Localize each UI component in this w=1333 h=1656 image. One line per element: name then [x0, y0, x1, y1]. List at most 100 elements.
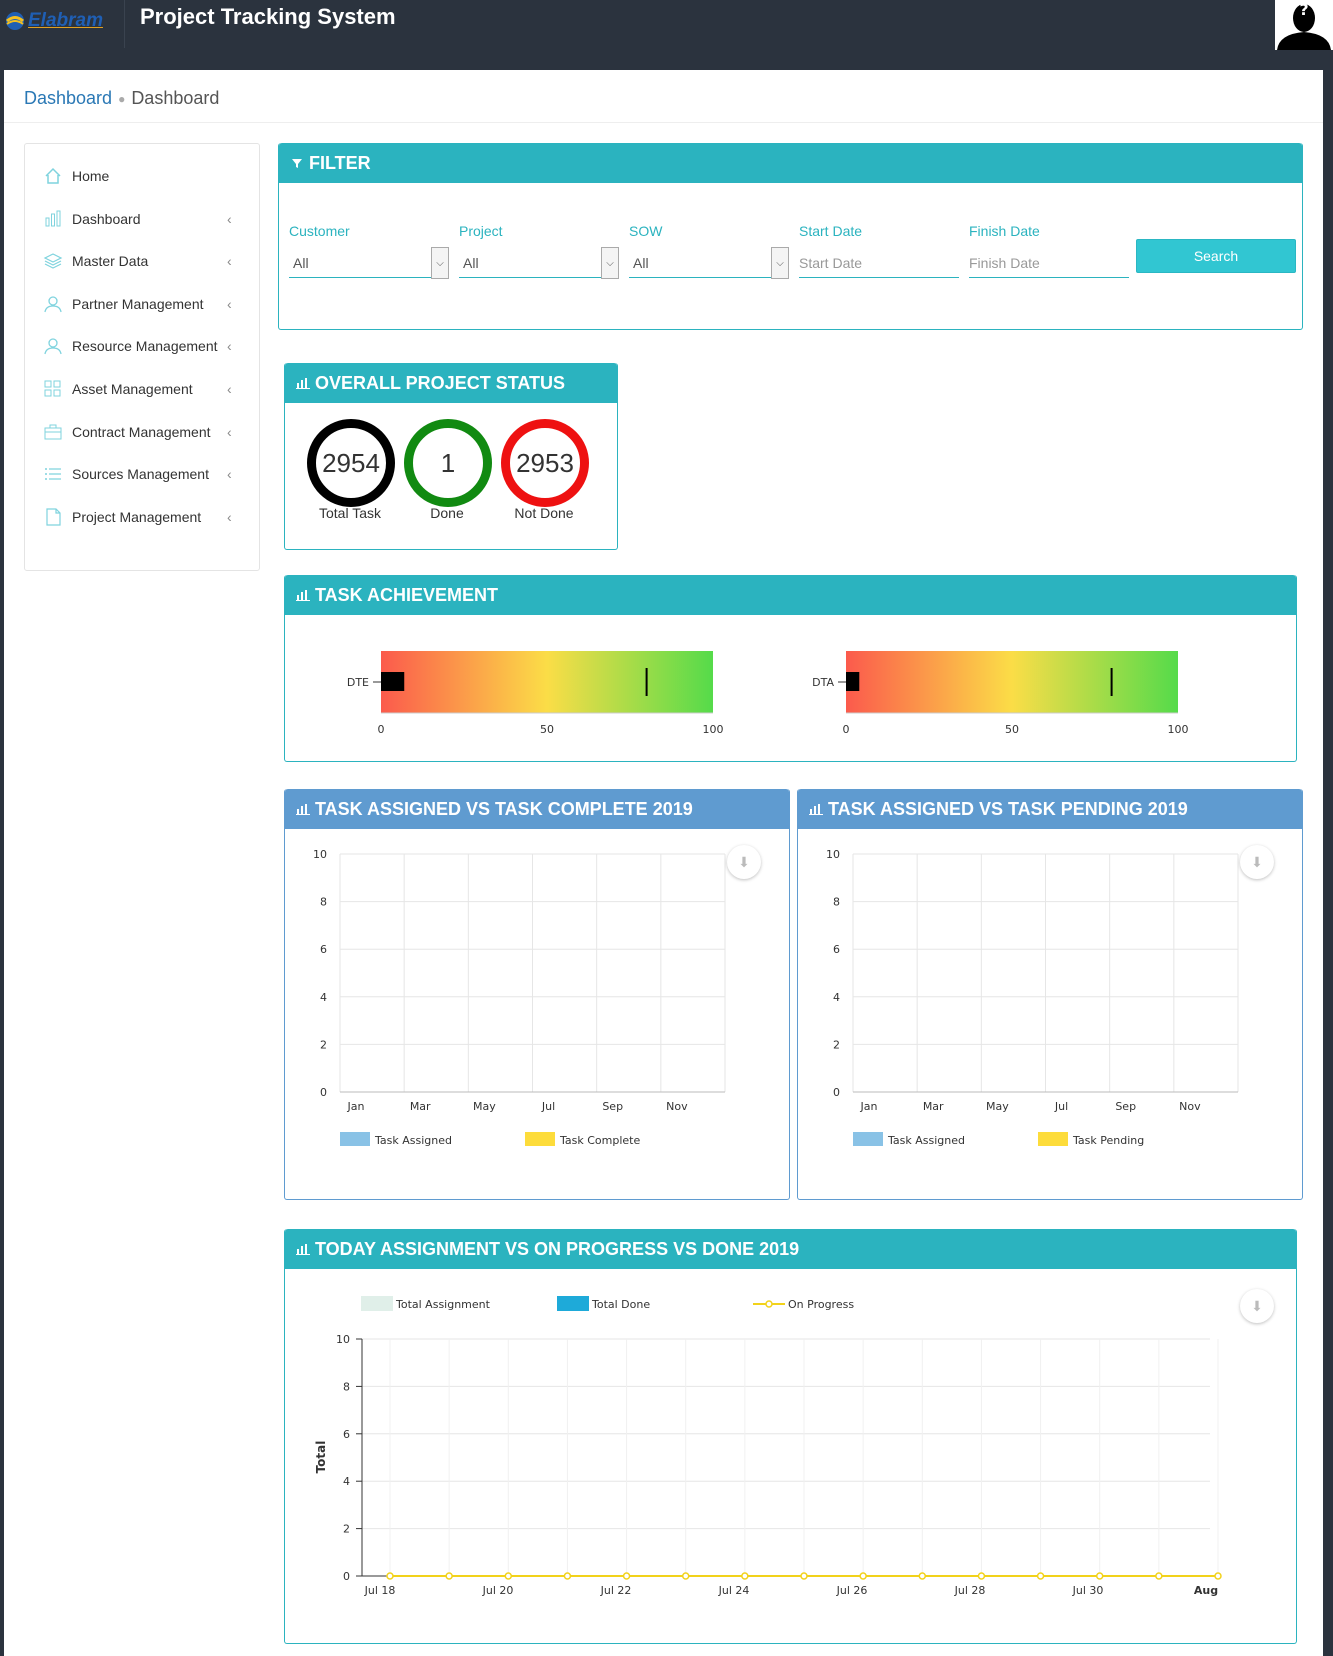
x-tick-label: Nov — [666, 1100, 688, 1113]
user-avatar[interactable]: ? — [1275, 0, 1333, 50]
user-icon — [44, 338, 62, 355]
today-assignment-panel: TODAY ASSIGNMENT VS ON PROGRESS VS DONE … — [284, 1229, 1297, 1644]
legend-marker — [765, 1300, 773, 1308]
logo-text: Elabram — [28, 10, 103, 31]
x-tick-label: Jul — [1054, 1100, 1068, 1113]
total-task-circle: 2954 — [307, 419, 395, 507]
chevron-left-icon: ‹ — [227, 253, 232, 270]
on-progress-point — [445, 1572, 453, 1580]
sidebar-item-sources-management[interactable]: Sources Management ‹ — [25, 459, 259, 489]
gauge-band — [846, 651, 1178, 713]
breadcrumb-current: Dashboard — [131, 88, 220, 108]
x-tick-label: Jul — [541, 1100, 555, 1113]
assigned-vs-complete-chart: 0 2 4 6 8 10 Jan Mar May Jul Sep Nov Task Assigned Ta… — [313, 848, 726, 1147]
y-tick-label: 2 — [343, 1523, 350, 1536]
not-done-circle: 2953 — [501, 419, 589, 507]
company-logo[interactable]: Elabram — [4, 4, 124, 38]
sidebar-item-dashboard[interactable]: Dashboard ‹ — [25, 204, 259, 234]
x-tick-label: Jul 18 — [364, 1584, 396, 1597]
legend-label: On Progress — [788, 1298, 854, 1311]
gauge-tick-label: 50 — [1005, 723, 1019, 736]
svg-text:?: ? — [1299, 0, 1308, 19]
bar-chart-icon — [296, 1244, 310, 1255]
y-tick-label: 4 — [320, 991, 327, 1004]
gauge-label: DTA — [812, 676, 834, 689]
on-progress-point — [622, 1572, 631, 1580]
sidebar-item-master-data[interactable]: Master Data ‹ — [25, 246, 259, 276]
sidebar-item-label: Resource Management — [72, 338, 218, 355]
sow-label: SOW — [629, 223, 663, 239]
x-tick-label: Aug — [1194, 1584, 1218, 1597]
bar-chart-icon — [296, 804, 310, 815]
on-progress-point — [681, 1572, 690, 1580]
y-tick-label: 10 — [313, 848, 327, 861]
download-icon[interactable]: ⬇ — [1240, 845, 1274, 879]
today-assignment-chart: 0 2 4 6 8 10 Total Jul 18 Jul 20 Jul 22 Jul 24 Jul … — [314, 1296, 1222, 1597]
x-tick-label: Nov — [1179, 1100, 1201, 1113]
sidebar-item-home[interactable]: Home — [25, 161, 259, 191]
sidebar-item-label: Partner Management — [72, 295, 204, 312]
x-tick-label: Sep — [602, 1100, 623, 1113]
x-tick-label: Jul 22 — [600, 1584, 632, 1597]
main-content: Dashboard ● Dashboard Home Dashboard ‹ Master… — [4, 70, 1323, 1656]
breadcrumb-separator: ● — [118, 92, 126, 107]
y-tick-label: 6 — [320, 943, 327, 956]
y-tick-label: 8 — [343, 1380, 350, 1393]
chevron-left-icon: ‹ — [227, 466, 232, 483]
sow-select[interactable]: All ⌵ — [629, 243, 789, 279]
bar-chart-icon — [45, 210, 61, 227]
chevron-down-icon[interactable]: ⌵ — [771, 247, 789, 279]
top-bar: Elabram Project Tracking System ? — [0, 0, 1333, 70]
overall-status-panel: OVERALL PROJECT STATUS 2954 Total Task 1… — [284, 363, 618, 550]
project-select-value: All — [463, 255, 479, 271]
gauge-label: DTE — [347, 676, 369, 689]
start-date-input[interactable]: Start Date — [799, 243, 959, 278]
sidebar-item-label: Dashboard — [72, 210, 141, 227]
y-tick-label: 2 — [833, 1038, 840, 1051]
download-icon[interactable]: ⬇ — [1240, 1289, 1274, 1323]
sidebar-item-asset-management[interactable]: Asset Management ‹ — [25, 374, 259, 404]
y-tick-label: 0 — [833, 1086, 840, 1099]
chevron-left-icon: ‹ — [227, 423, 232, 440]
download-icon[interactable]: ⬇ — [727, 845, 761, 879]
chevron-left-icon: ‹ — [227, 210, 232, 227]
filter-icon — [292, 159, 302, 168]
sidebar-item-project-management[interactable]: Project Management ‹ — [25, 502, 259, 532]
legend-swatch — [340, 1132, 370, 1146]
on-progress-point — [859, 1572, 867, 1580]
x-tick-label: May — [986, 1100, 1009, 1113]
sidebar-item-label: Asset Management — [72, 381, 193, 397]
done-label: Done — [430, 505, 464, 521]
assigned-vs-pending-header: TASK ASSIGNED VS TASK PENDING 2019 — [798, 789, 1302, 829]
on-progress-point — [1155, 1572, 1163, 1580]
legend-label: Task Pending — [1072, 1134, 1144, 1147]
on-progress-point — [800, 1572, 808, 1580]
assigned-vs-pending-title: TASK ASSIGNED VS TASK PENDING 2019 — [828, 798, 1188, 819]
legend-label: Task Assigned — [887, 1134, 965, 1147]
assigned-vs-complete-title: TASK ASSIGNED VS TASK COMPLETE 2019 — [315, 798, 693, 819]
chevron-down-icon[interactable]: ⌵ — [601, 247, 619, 279]
y-tick-label: 4 — [343, 1475, 350, 1488]
assigned-vs-pending-panel: TASK ASSIGNED VS TASK PENDING 2019 0 2 4 6 8… — [797, 789, 1303, 1200]
on-progress-point — [504, 1572, 513, 1580]
bar-chart-icon — [809, 804, 823, 815]
finish-date-input[interactable]: Finish Date — [969, 243, 1129, 278]
breadcrumb-link[interactable]: Dashboard — [24, 88, 112, 108]
grid-icon — [44, 380, 61, 397]
x-tick-label: Mar — [410, 1100, 431, 1113]
chevron-down-icon[interactable]: ⌵ — [431, 247, 449, 279]
sidebar-item-contract-management[interactable]: Contract Management ‹ — [25, 417, 259, 447]
sidebar-item-resource-management[interactable]: Resource Management ‹ — [25, 331, 259, 361]
sidebar-item-partner-management[interactable]: Partner Management ‹ — [25, 289, 259, 319]
search-button[interactable]: Search — [1136, 239, 1296, 273]
legend-swatch — [853, 1132, 883, 1146]
customer-select[interactable]: All ⌵ — [289, 243, 449, 279]
user-silhouette-icon: ? — [1275, 0, 1333, 50]
y-tick-label: 4 — [833, 991, 840, 1004]
project-select[interactable]: All ⌵ — [459, 243, 619, 279]
x-tick-label: Jul 26 — [836, 1584, 868, 1597]
on-progress-point — [1036, 1572, 1045, 1580]
legend-label: Total Assignment — [395, 1298, 491, 1311]
on-progress-point — [386, 1572, 394, 1580]
gauge-band — [381, 651, 713, 713]
